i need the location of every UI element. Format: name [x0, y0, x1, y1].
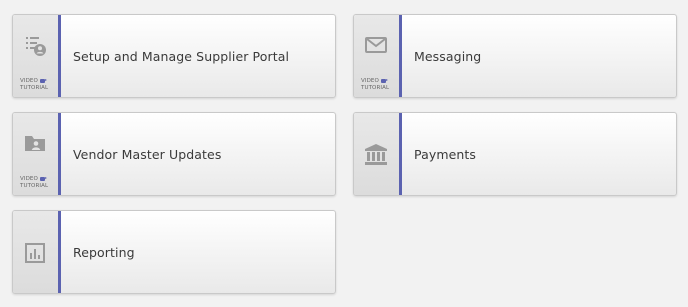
video-camera-icon [39, 78, 47, 83]
tile-accent-bar [58, 113, 61, 195]
tile-label: Setup and Manage Supplier Portal [73, 48, 290, 64]
tile-accent-bar [399, 113, 402, 195]
tile-icon-box [354, 113, 399, 195]
tile-vendor-master-updates[interactable]: VIDEO TUTORIAL Vendor Master Updates [12, 112, 336, 196]
envelope-icon [364, 33, 388, 57]
tile-label: Payments [414, 146, 477, 162]
video-camera-icon [380, 78, 388, 83]
bank-icon [364, 143, 388, 167]
video-camera-icon [39, 176, 47, 181]
user-list-icon [23, 33, 47, 57]
bar-chart-icon [23, 241, 47, 265]
video-tutorial-badge[interactable]: VIDEO TUTORIAL [20, 78, 48, 91]
tile-accent-bar [58, 211, 61, 293]
tile-setup-supplier-portal[interactable]: VIDEO TUTORIAL Setup and Manage Supplier… [12, 14, 336, 98]
folder-user-icon [23, 131, 47, 155]
tile-accent-bar [58, 15, 61, 97]
video-tutorial-badge[interactable]: VIDEO TUTORIAL [20, 176, 48, 189]
tile-accent-bar [399, 15, 402, 97]
tile-icon-box: VIDEO TUTORIAL [354, 15, 399, 97]
tile-label: Vendor Master Updates [73, 146, 222, 162]
video-tutorial-badge[interactable]: VIDEO TUTORIAL [361, 78, 389, 91]
tile-messaging[interactable]: VIDEO TUTORIAL Messaging [353, 14, 677, 98]
tile-icon-box: VIDEO TUTORIAL [13, 113, 58, 195]
tile-payments[interactable]: Payments [353, 112, 677, 196]
tile-grid: VIDEO TUTORIAL Setup and Manage Supplier… [0, 0, 688, 307]
tile-icon-box [13, 211, 58, 293]
tile-label: Reporting [73, 244, 135, 260]
tile-reporting[interactable]: Reporting [12, 210, 336, 294]
tile-icon-box: VIDEO TUTORIAL [13, 15, 58, 97]
tile-label: Messaging [414, 48, 482, 64]
